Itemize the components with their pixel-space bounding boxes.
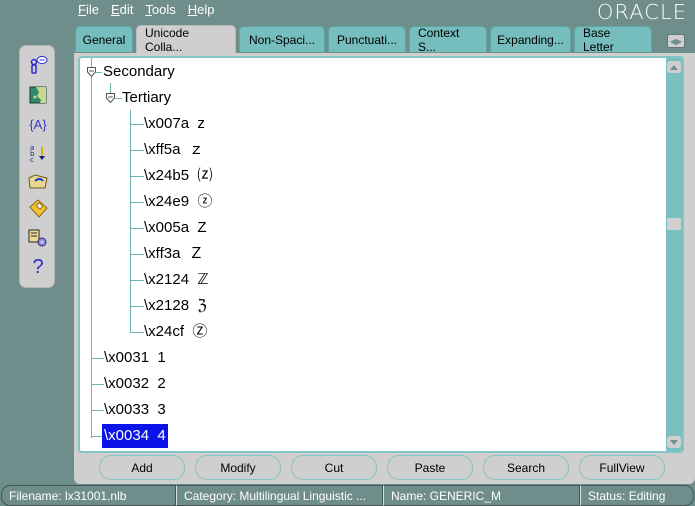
modify-button[interactable]: Modify <box>195 455 281 480</box>
tree-leaf[interactable]: \x0032 2 <box>104 374 166 394</box>
action-buttons: Add Modify Cut Paste Search FullView <box>99 455 665 480</box>
tree-leaf-selected[interactable]: \x0034 4 <box>102 424 168 448</box>
variable-braces-icon[interactable]: {A} <box>26 113 50 135</box>
cut-button[interactable]: Cut <box>291 455 377 480</box>
tree-line <box>130 332 144 333</box>
tree-line <box>130 150 144 151</box>
tab-scroll-arrows[interactable]: ◀ ▶ <box>667 34 685 48</box>
tab-punctuation[interactable]: Punctuati... <box>328 26 406 52</box>
menu-tools-label: ools <box>151 2 176 17</box>
add-button[interactable]: Add <box>99 455 185 480</box>
tree-node-secondary[interactable]: Secondary <box>103 62 175 82</box>
menu-file[interactable]: File <box>78 2 99 20</box>
tree-node-tertiary[interactable]: Tertiary <box>122 88 171 108</box>
tab-scroll-right-icon[interactable]: ▶ <box>676 37 682 46</box>
menu-help[interactable]: Help <box>188 2 215 20</box>
menu-help-label: elp <box>197 2 215 17</box>
tree-line <box>130 124 144 125</box>
tree-line <box>130 202 144 203</box>
help-icon[interactable]: ? <box>26 256 50 278</box>
scroll-up-button[interactable] <box>667 61 681 73</box>
tree-leaf[interactable]: \xff3a Ｚ <box>144 244 204 264</box>
status-state: Status: Editing <box>580 485 694 506</box>
search-button[interactable]: Search <box>483 455 569 480</box>
tree-leaf[interactable]: \x24b5 ⒵ <box>144 166 212 186</box>
tab-base-letter[interactable]: Base Letter <box>574 26 652 54</box>
tree-line <box>130 306 144 307</box>
menu-edit-mnemonic: E <box>110 2 120 17</box>
main-panel: Secondary Tertiary \x007a z \xff5a ｚ \x2… <box>74 53 695 484</box>
svg-text:c: c <box>30 156 34 163</box>
menu-edit-label: dit <box>119 2 134 17</box>
collation-tree-view: Secondary Tertiary \x007a z \xff5a ｚ \x2… <box>78 56 684 453</box>
arrow-up-icon <box>670 64 678 70</box>
paste-button[interactable]: Paste <box>387 455 473 480</box>
open-folder-icon[interactable] <box>26 170 50 192</box>
tree-line <box>130 254 144 255</box>
tree-leaf[interactable]: \x0031 1 <box>104 348 166 368</box>
menu-edit[interactable]: Edit <box>111 2 133 20</box>
tree-line <box>96 72 102 73</box>
menu-bar: File Edit Tools Help <box>78 2 214 20</box>
tab-general[interactable]: General <box>75 26 133 52</box>
tab-unicode-collation[interactable]: Unicode Colla... <box>136 25 236 54</box>
sort-abc-icon[interactable]: abc <box>26 142 50 164</box>
tree-line <box>130 228 144 229</box>
status-category: Category: Multilingual Linguistic ... <box>176 485 383 506</box>
tree-leaf[interactable]: \x0033 3 <box>104 400 166 420</box>
scroll-down-button[interactable] <box>667 436 681 448</box>
collapse-secondary-icon[interactable] <box>87 67 96 77</box>
arrow-down-icon <box>670 439 678 445</box>
tree-line <box>130 110 131 332</box>
status-filename: Filename: lx31001.nlb <box>1 485 176 506</box>
menu-tools[interactable]: Tools <box>145 2 175 20</box>
collapse-tertiary-icon[interactable] <box>106 93 115 103</box>
fullview-button[interactable]: FullView <box>579 455 665 480</box>
tab-context-sensitive[interactable]: Context S... <box>409 26 487 54</box>
tree-line <box>91 358 104 359</box>
tree-leaf[interactable]: \x2128 ℨ <box>144 296 207 316</box>
tree-leaf[interactable]: \xff5a ｚ <box>144 140 204 160</box>
status-name: Name: GENERIC_M <box>383 485 580 506</box>
map-icon[interactable] <box>26 84 50 106</box>
vertical-scrollbar[interactable] <box>666 58 682 451</box>
tree-leaf[interactable]: \x007a z <box>144 114 205 134</box>
scroll-thumb[interactable] <box>667 218 681 230</box>
oracle-logo: ORACLE <box>596 0 688 24</box>
tree-leaf[interactable]: \x005a Z <box>144 218 207 238</box>
tree-line <box>130 176 144 177</box>
status-bar: Filename: lx31001.nlb Category: Multilin… <box>0 485 695 506</box>
tree: Secondary Tertiary \x007a z \xff5a ｚ \x2… <box>80 58 664 451</box>
tree-line <box>130 280 144 281</box>
tab-strip: General Unicode Colla... Non-Spaci... Pu… <box>75 25 655 54</box>
menu-file-mnemonic: F <box>78 2 86 17</box>
vertical-toolbar: {A} abc ? <box>19 45 55 288</box>
menu-file-label: ile <box>85 2 99 17</box>
tree-line <box>91 410 104 411</box>
tab-non-spacing[interactable]: Non-Spaci... <box>239 26 325 52</box>
tree-line <box>115 98 122 99</box>
tree-leaf[interactable]: \x24e9 ⓩ <box>144 192 212 212</box>
tab-expanding[interactable]: Expanding... <box>490 26 571 52</box>
tree-line <box>110 83 111 93</box>
tree-line <box>91 384 104 385</box>
menu-help-mnemonic: H <box>187 2 198 17</box>
save-disk-icon[interactable] <box>26 198 50 220</box>
settings-script-icon[interactable] <box>26 227 50 249</box>
tree-leaf[interactable]: \x24cf Ⓩ <box>144 322 207 342</box>
tree-leaf[interactable]: \x2124 ℤ <box>144 270 209 290</box>
tree-line <box>91 58 92 438</box>
user-info-icon[interactable] <box>26 54 50 76</box>
